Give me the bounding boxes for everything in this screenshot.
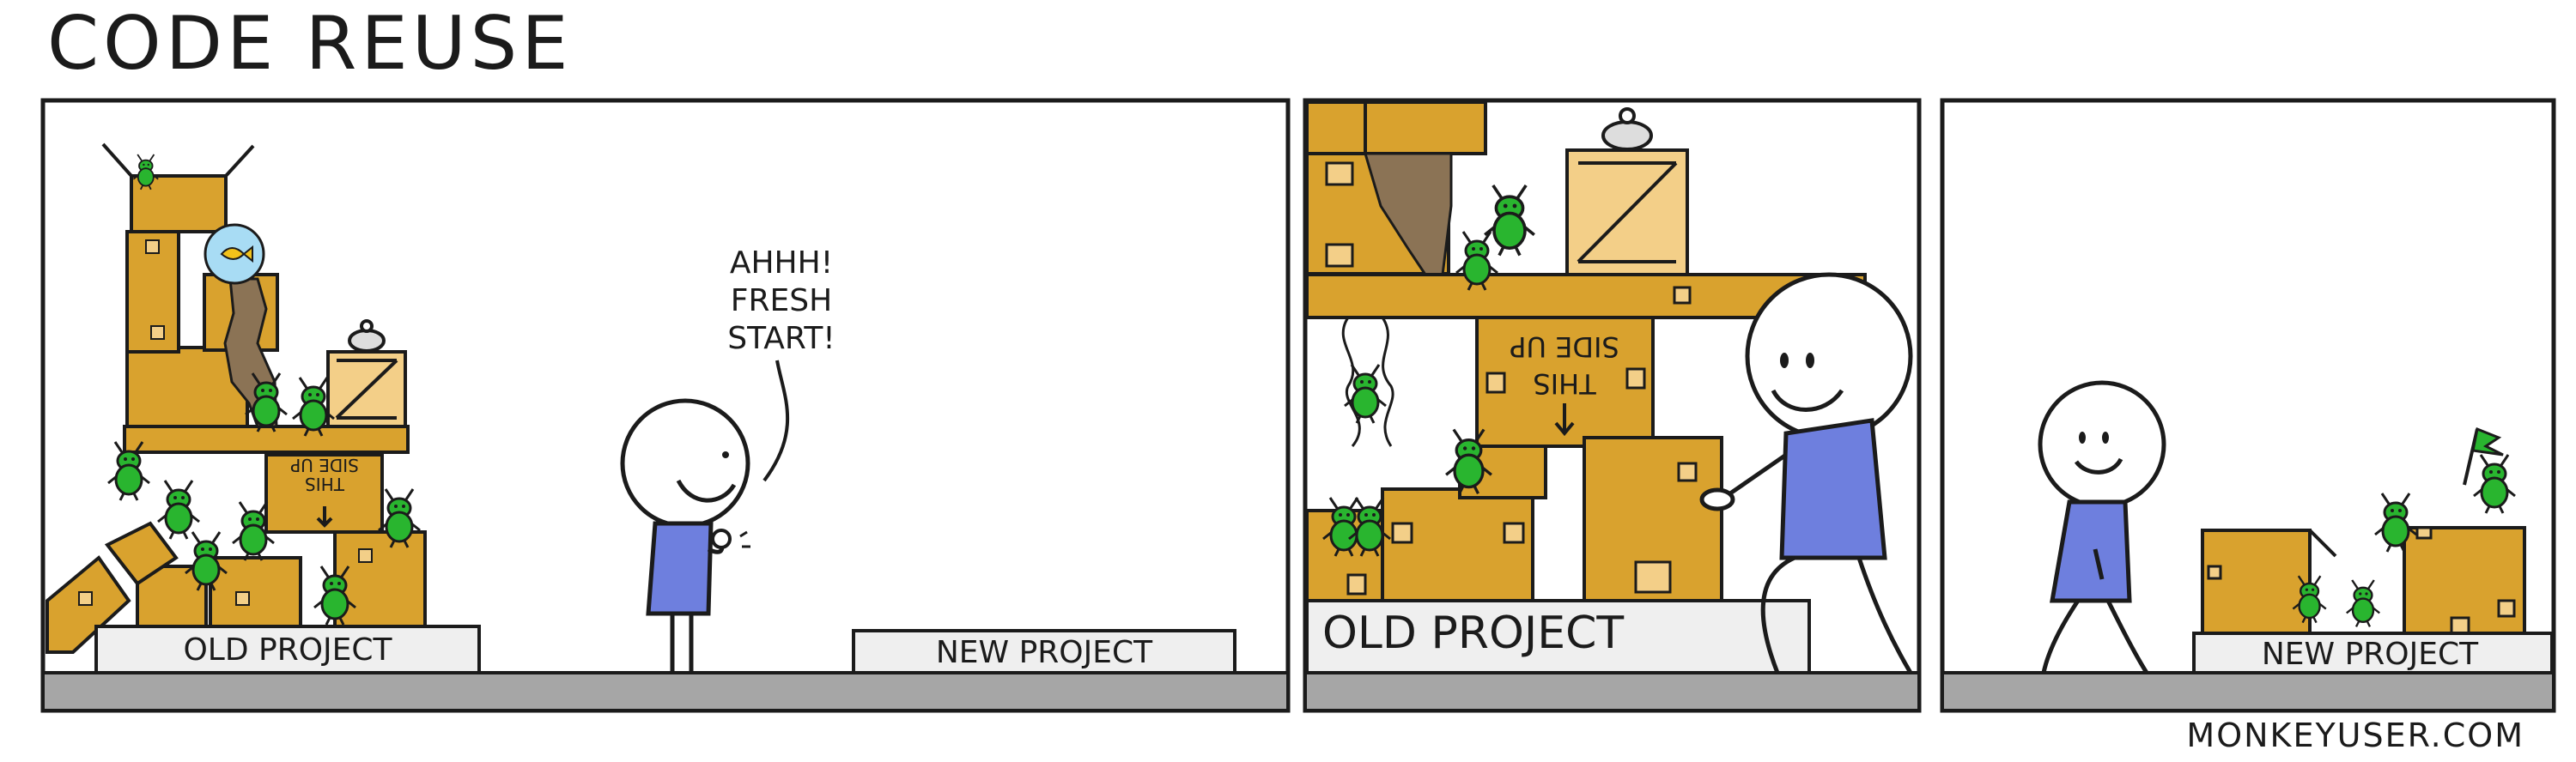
new-project-sign-1: NEW PROJECT <box>852 629 1236 674</box>
new-project-label: NEW PROJECT <box>2262 637 2479 672</box>
box-label-line-2: THIS <box>1533 367 1596 400</box>
new-project-sign-3: NEW PROJECT <box>2192 632 2554 674</box>
box-label-line-1: SIDE UP <box>1510 330 1619 363</box>
panel-2: SIDE UP THIS OLD PROJECT <box>1303 98 1922 713</box>
old-project-label: OLD PROJECT <box>183 632 392 668</box>
box-label-line-1: THIS <box>305 474 345 494</box>
panel-3: NEW PROJECT <box>1940 98 2556 713</box>
panel-1: THIS SIDE UP OLD PROJECT NEW PROJECT AHH… <box>40 98 1291 713</box>
panel-3-floor <box>1944 673 2552 709</box>
speech-line-3: START! <box>727 321 835 356</box>
speech-line-2: FRESH <box>731 283 832 318</box>
new-project-label: NEW PROJECT <box>936 635 1153 670</box>
old-project-label: OLD PROJECT <box>1322 608 1624 659</box>
speech-line-1: AHHH! <box>730 245 833 281</box>
old-project-sign-2: OLD PROJECT <box>1305 599 1811 674</box>
comic-strip: THIS SIDE UP OLD PROJECT NEW PROJECT AHH… <box>40 98 2556 713</box>
panel-2-floor <box>1307 673 1917 709</box>
panel-1-floor <box>45 673 1286 709</box>
old-project-sign-1: OLD PROJECT <box>94 625 481 674</box>
box-label-line-2: SIDE UP <box>290 455 359 475</box>
site-credit: MONKEYUSER.COM <box>2186 717 2524 754</box>
